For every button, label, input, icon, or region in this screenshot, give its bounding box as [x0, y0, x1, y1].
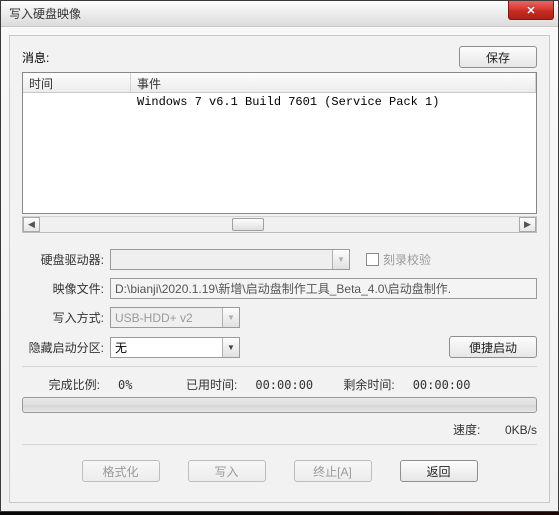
remain-value: 00:00:00	[413, 378, 471, 392]
col-event[interactable]: 事件	[131, 73, 536, 92]
image-path-field[interactable]: D:\bianji\2020.1.19\新增\启动盘制作工具_Beta_4.0\…	[110, 278, 537, 299]
write-mode-combo[interactable]: USB-HDD+ v2 ▼	[110, 307, 240, 328]
client-area: 消息: 保存 时间 事件 Windows 7 v6.1 Build 7601 (…	[9, 35, 550, 503]
elapsed-value: 00:00:00	[255, 378, 325, 392]
hide-partition-value: 无	[115, 339, 127, 356]
col-time[interactable]: 时间	[23, 73, 131, 92]
format-button[interactable]: 格式化	[82, 460, 160, 482]
list-body[interactable]: Windows 7 v6.1 Build 7601 (Service Pack …	[23, 93, 536, 213]
cell-time	[23, 95, 131, 109]
speed-value: 0KB/s	[505, 423, 537, 437]
scroll-right-icon[interactable]: ▶	[519, 217, 536, 232]
separator	[22, 444, 537, 446]
list-header: 时间 事件	[23, 73, 536, 93]
chevron-down-icon: ▼	[222, 308, 239, 327]
chevron-down-icon: ▼	[222, 338, 239, 357]
dialog-window: 写入硬盘映像 ✕ 消息: 保存 时间 事件 Windows 7 v6.1 Bui…	[0, 0, 559, 512]
scroll-left-icon[interactable]: ◀	[23, 217, 40, 232]
image-path-value: D:\bianji\2020.1.19\新增\启动盘制作工具_Beta_4.0\…	[115, 280, 451, 297]
abort-button[interactable]: 终止[A]	[294, 460, 372, 482]
hide-partition-combo[interactable]: 无 ▼	[110, 337, 240, 358]
drive-label: 硬盘驱动器:	[22, 251, 110, 268]
event-log[interactable]: 时间 事件 Windows 7 v6.1 Build 7601 (Service…	[22, 72, 537, 214]
drive-combo[interactable]: ▼	[110, 249, 350, 270]
cell-event: Windows 7 v6.1 Build 7601 (Service Pack …	[131, 95, 536, 109]
scroll-thumb[interactable]	[232, 218, 264, 231]
close-button[interactable]: ✕	[508, 1, 554, 20]
back-button[interactable]: 返回	[400, 460, 478, 482]
elapsed-label: 已用时间:	[186, 376, 237, 393]
verify-label: 刻录校验	[383, 251, 431, 268]
done-value: 0%	[118, 378, 168, 392]
remain-label: 剩余时间:	[343, 376, 394, 393]
window-title: 写入硬盘映像	[9, 5, 81, 22]
horizontal-scrollbar[interactable]: ◀ ▶	[22, 216, 537, 233]
message-label: 消息:	[22, 49, 49, 66]
list-row[interactable]: Windows 7 v6.1 Build 7601 (Service Pack …	[23, 93, 536, 111]
save-button[interactable]: 保存	[459, 46, 537, 68]
quick-boot-button[interactable]: 便捷启动	[449, 336, 537, 358]
image-label: 映像文件:	[22, 280, 110, 297]
speed-label: 速度:	[453, 423, 480, 437]
verify-checkbox[interactable]	[366, 253, 379, 266]
scroll-track[interactable]	[40, 217, 519, 232]
separator	[22, 366, 537, 368]
write-button[interactable]: 写入	[188, 460, 266, 482]
close-icon: ✕	[526, 4, 535, 17]
write-mode-value: USB-HDD+ v2	[115, 311, 193, 325]
chevron-down-icon: ▼	[332, 250, 349, 269]
done-label: 完成比例:	[22, 376, 100, 393]
title-bar[interactable]: 写入硬盘映像 ✕	[1, 1, 558, 27]
progress-bar	[22, 397, 537, 413]
write-mode-label: 写入方式:	[22, 309, 110, 326]
hide-partition-label: 隐藏启动分区:	[22, 339, 110, 356]
